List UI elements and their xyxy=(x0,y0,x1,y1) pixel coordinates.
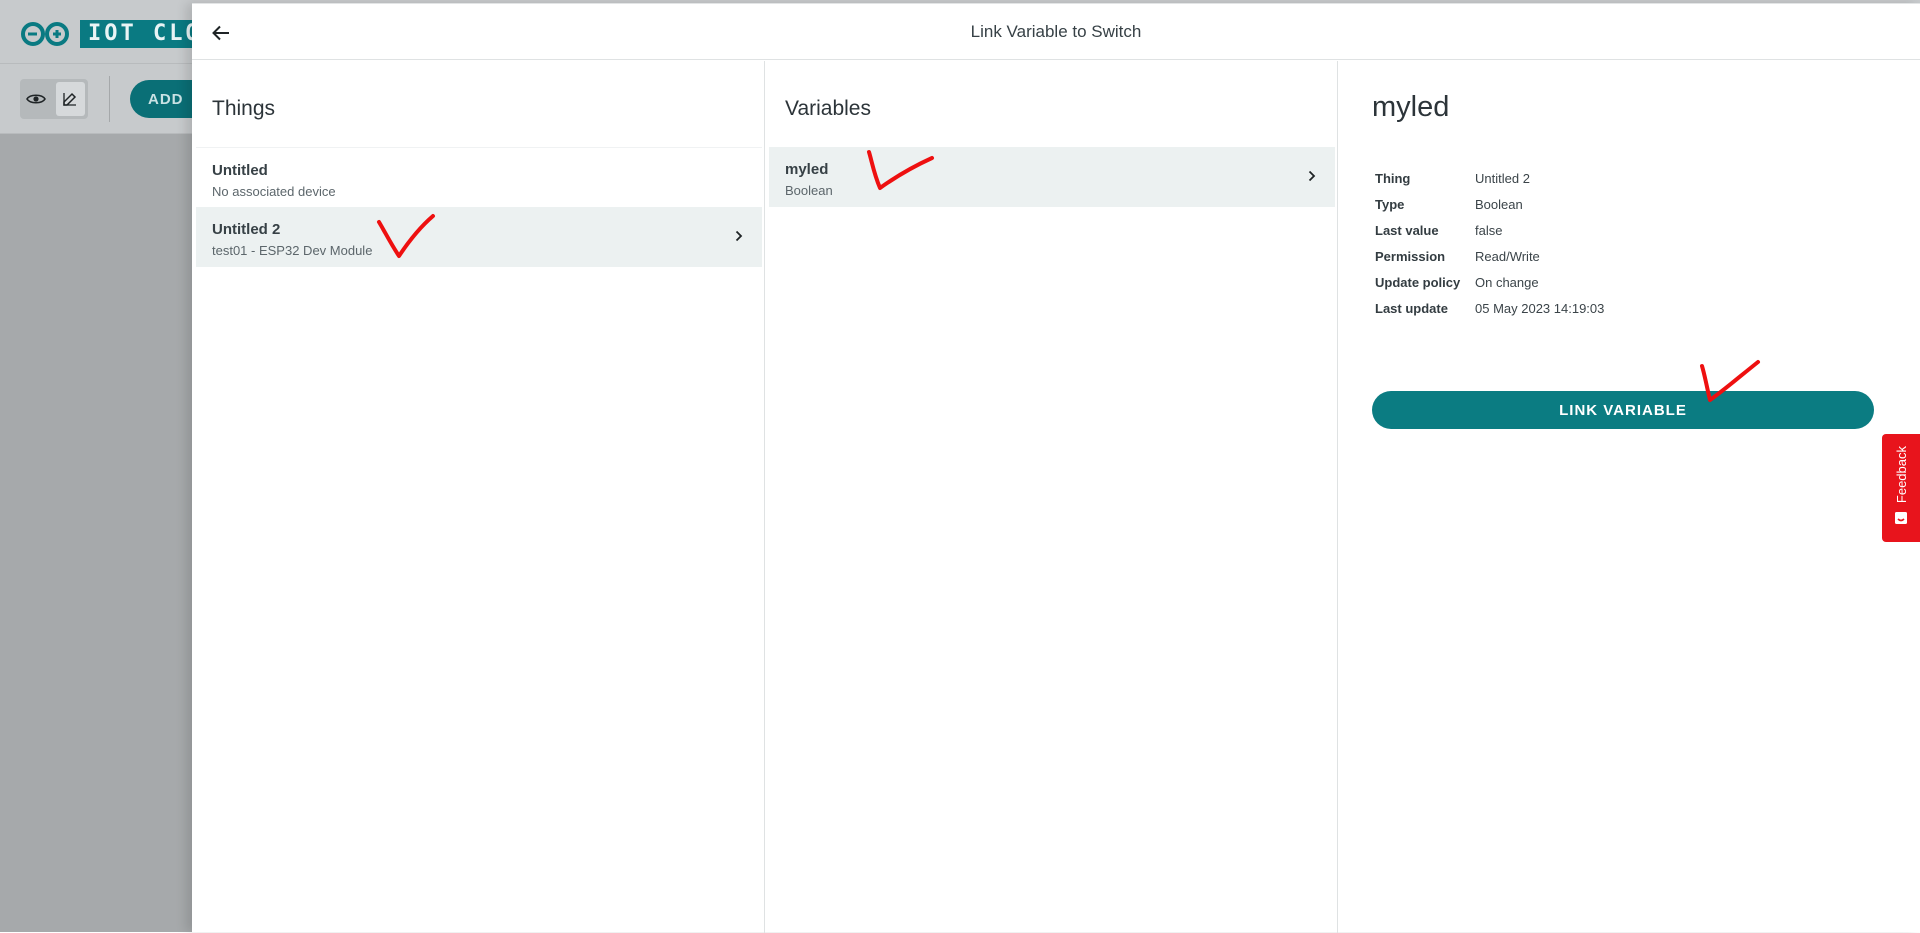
view-edit-toggle[interactable] xyxy=(20,79,88,119)
property-row: Thing Untitled 2 xyxy=(1375,165,1604,191)
variable-properties: Thing Untitled 2 Type Boolean Last value… xyxy=(1375,165,1604,321)
thing-item-untitled-2[interactable]: Untitled 2 test01 - ESP32 Dev Module xyxy=(196,207,762,267)
property-value: Read/Write xyxy=(1475,248,1540,264)
variable-subtitle: Boolean xyxy=(785,183,833,198)
property-row: Permission Read/Write xyxy=(1375,243,1604,269)
thing-subtitle: No associated device xyxy=(212,184,336,199)
property-value: Boolean xyxy=(1475,196,1523,212)
link-variable-button[interactable]: LINK VARIABLE xyxy=(1372,391,1874,429)
variables-column: Variables myled Boolean xyxy=(765,61,1338,933)
panel-header: Link Variable to Switch xyxy=(192,4,1920,60)
edit-mode-button[interactable] xyxy=(55,82,85,116)
toolbar-divider xyxy=(109,76,110,122)
variables-heading: Variables xyxy=(785,97,871,120)
property-key: Type xyxy=(1375,196,1405,212)
panel-title: Link Variable to Switch xyxy=(970,22,1142,41)
things-heading: Things xyxy=(212,97,276,120)
property-value: On change xyxy=(1475,274,1539,290)
chevron-right-icon xyxy=(1305,168,1319,184)
property-value: false xyxy=(1475,222,1503,238)
arduino-infinity-icon xyxy=(18,20,74,48)
thing-title: Untitled 2 xyxy=(212,221,281,238)
feedback-label: Feedback xyxy=(1893,445,1909,504)
pencil-icon xyxy=(63,92,77,106)
variable-detail-column: myled Thing Untitled 2 Type Boolean Last… xyxy=(1338,61,1920,933)
property-row: Last update 05 May 2023 14:19:03 xyxy=(1375,295,1604,321)
property-key: Permission xyxy=(1375,248,1446,264)
thing-item-untitled[interactable]: Untitled No associated device xyxy=(196,147,762,207)
link-variable-panel: Link Variable to Switch Things Untitled … xyxy=(192,3,1920,933)
things-list: Untitled No associated device Untitled 2… xyxy=(196,147,762,267)
property-value: Untitled 2 xyxy=(1475,170,1530,186)
feedback-icon xyxy=(1894,511,1908,530)
property-row: Update policy On change xyxy=(1375,269,1604,295)
variable-item-myled[interactable]: myled Boolean xyxy=(769,147,1335,207)
property-row: Last value false xyxy=(1375,217,1604,243)
property-key: Thing xyxy=(1375,170,1411,186)
view-mode-button[interactable] xyxy=(20,79,53,119)
property-key: Last value xyxy=(1375,222,1439,238)
feedback-tab[interactable]: Feedback xyxy=(1882,434,1920,542)
thing-subtitle: test01 - ESP32 Dev Module xyxy=(212,243,373,258)
property-row: Type Boolean xyxy=(1375,191,1604,217)
variable-name: myled xyxy=(1372,91,1450,123)
property-value: 05 May 2023 14:19:03 xyxy=(1475,300,1605,316)
thing-title: Untitled xyxy=(212,162,268,179)
property-key: Last update xyxy=(1375,300,1448,316)
chevron-right-icon xyxy=(732,228,746,244)
arrow-left-icon xyxy=(212,25,229,41)
back-button[interactable] xyxy=(206,18,236,48)
property-key: Update policy xyxy=(1375,274,1461,290)
variables-list: myled Boolean xyxy=(769,147,1335,207)
things-column: Things Untitled No associated device Unt… xyxy=(192,61,765,933)
eye-icon xyxy=(26,94,47,104)
variable-title: myled xyxy=(785,161,829,178)
